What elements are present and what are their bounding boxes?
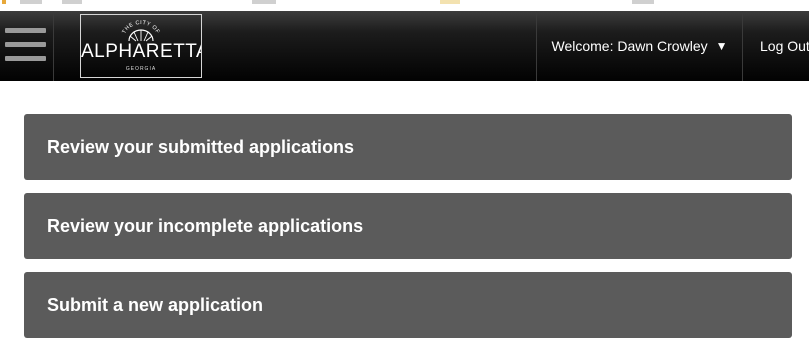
hamburger-icon bbox=[5, 28, 46, 33]
logo-wordmark: ALPHARETTA bbox=[81, 41, 202, 62]
browser-tab-fragment bbox=[2, 0, 6, 4]
browser-tab-fragment bbox=[632, 0, 654, 4]
browser-tab-fragment bbox=[252, 0, 276, 4]
welcome-text: Welcome: Dawn Crowley bbox=[551, 38, 708, 54]
browser-tab-fragment bbox=[440, 0, 460, 4]
top-navbar: THE CITY OF ALPHARETTA GEORGIA Welcome: … bbox=[0, 11, 809, 81]
review-incomplete-button[interactable]: Review your incomplete applications bbox=[24, 193, 792, 259]
logout-link[interactable]: Log Out bbox=[760, 11, 809, 81]
browser-tab-fragment bbox=[20, 0, 42, 4]
browser-chrome-strip bbox=[0, 0, 809, 11]
hamburger-icon bbox=[5, 56, 46, 61]
review-submitted-label: Review your submitted applications bbox=[47, 136, 355, 157]
review-submitted-button[interactable]: Review your submitted applications bbox=[24, 114, 792, 180]
user-menu-dropdown[interactable]: Welcome: Dawn Crowley ▼ bbox=[537, 11, 742, 81]
hamburger-icon bbox=[5, 42, 46, 47]
city-logo[interactable]: THE CITY OF ALPHARETTA GEORGIA bbox=[80, 14, 202, 78]
review-incomplete-label: Review your incomplete applications bbox=[47, 215, 364, 236]
caret-down-icon: ▼ bbox=[715, 39, 728, 53]
menu-button[interactable] bbox=[0, 11, 54, 81]
nav-divider bbox=[742, 11, 743, 81]
submit-new-application-button[interactable]: Submit a new application bbox=[24, 272, 792, 338]
logo-state-text: GEORGIA bbox=[125, 66, 157, 72]
submit-new-application-label: Submit a new application bbox=[47, 294, 264, 315]
browser-tab-fragment bbox=[62, 0, 82, 4]
